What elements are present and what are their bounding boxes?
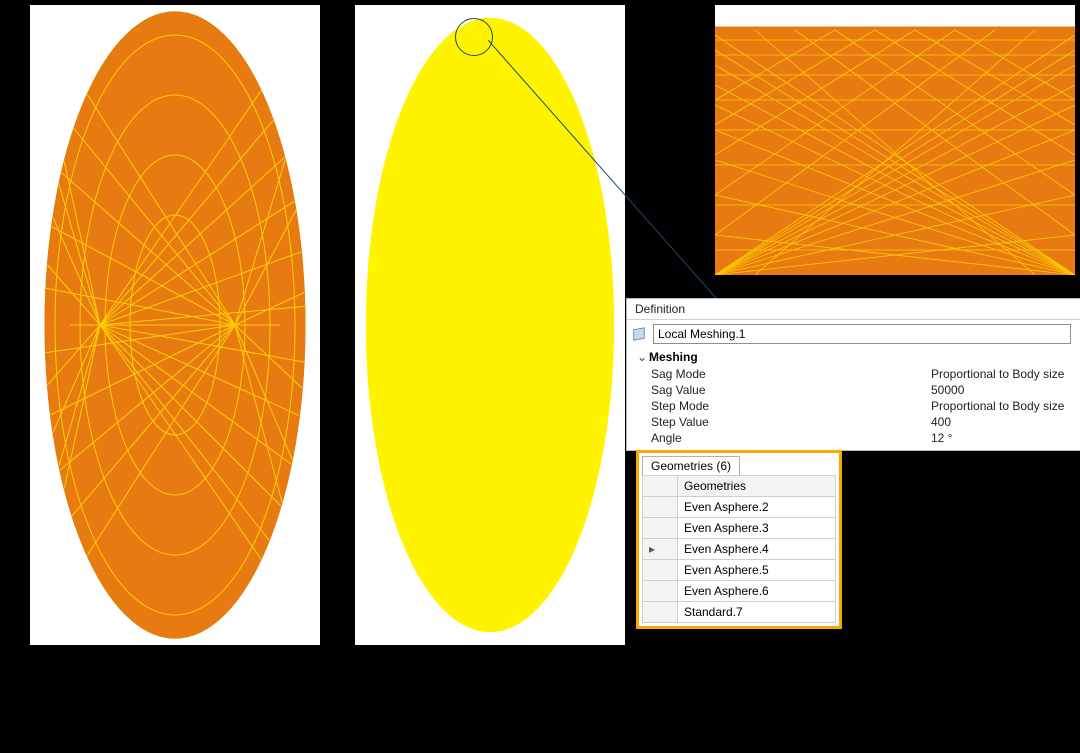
chevron-down-icon: ⌄: [635, 350, 649, 364]
geometry-name: Even Asphere.3: [678, 518, 836, 539]
prop-row-step-mode[interactable]: Step Mode Proportional to Body size: [631, 398, 1077, 414]
row-marker: [643, 518, 678, 539]
prop-value: 12 °: [931, 431, 1077, 445]
row-marker: [643, 602, 678, 623]
row-marker: [643, 581, 678, 602]
row-marker: [643, 560, 678, 581]
geometries-table: Geometries Even Asphere.2 Even Asphere.3…: [642, 475, 836, 623]
prop-key: Angle: [651, 431, 931, 445]
table-row[interactable]: Even Asphere.3: [643, 518, 836, 539]
object-name-input[interactable]: Local Meshing.1: [653, 324, 1071, 344]
meshing-group-header[interactable]: ⌄ Meshing: [631, 348, 1077, 366]
fine-mesh-closeup-view: [715, 5, 1075, 275]
prop-key: Step Value: [651, 415, 931, 429]
geometry-name: Standard.7: [678, 602, 836, 623]
table-row[interactable]: Even Asphere.6: [643, 581, 836, 602]
fine-mesh-surface: [366, 18, 614, 632]
prop-row-sag-value[interactable]: Sag Value 50000: [631, 382, 1077, 398]
row-header-blank: [643, 476, 678, 497]
mesh-wireframe: [30, 5, 320, 645]
meshing-group-label: Meshing: [649, 350, 698, 364]
row-marker: ▸: [643, 539, 678, 560]
prop-value: Proportional to Body size: [931, 399, 1077, 413]
cube-icon: [631, 326, 647, 342]
geometry-name: Even Asphere.2: [678, 497, 836, 518]
definition-section-label: Definition: [627, 299, 1080, 320]
geometries-panel: Geometries (6) Geometries Even Asphere.2…: [636, 450, 842, 629]
prop-value: Proportional to Body size: [931, 367, 1077, 381]
geometry-name: Even Asphere.6: [678, 581, 836, 602]
row-marker: [643, 497, 678, 518]
prop-row-step-value[interactable]: Step Value 400: [631, 414, 1077, 430]
definition-panel: Definition Local Meshing.1 ⌄ Meshing Sag…: [626, 298, 1080, 451]
fine-mesh-front-view: [355, 5, 625, 645]
table-row[interactable]: Even Asphere.2: [643, 497, 836, 518]
prop-key: Sag Mode: [651, 367, 931, 381]
zoom-region-circle: [455, 18, 493, 56]
prop-key: Step Mode: [651, 399, 931, 413]
coarse-mesh-view: [30, 5, 320, 645]
prop-row-sag-mode[interactable]: Sag Mode Proportional to Body size: [631, 366, 1077, 382]
geometry-name: Even Asphere.4: [678, 539, 836, 560]
geometries-column-header: Geometries: [678, 476, 836, 497]
prop-value: 50000: [931, 383, 1077, 397]
prop-key: Sag Value: [651, 383, 931, 397]
table-row[interactable]: ▸Even Asphere.4: [643, 539, 836, 560]
closeup-wireframe: [715, 5, 1075, 275]
prop-row-angle[interactable]: Angle 12 °: [631, 430, 1077, 446]
prop-value: 400: [931, 415, 1077, 429]
table-row[interactable]: Even Asphere.5: [643, 560, 836, 581]
geometry-name: Even Asphere.5: [678, 560, 836, 581]
geometries-tab[interactable]: Geometries (6): [642, 456, 740, 475]
table-row[interactable]: Standard.7: [643, 602, 836, 623]
